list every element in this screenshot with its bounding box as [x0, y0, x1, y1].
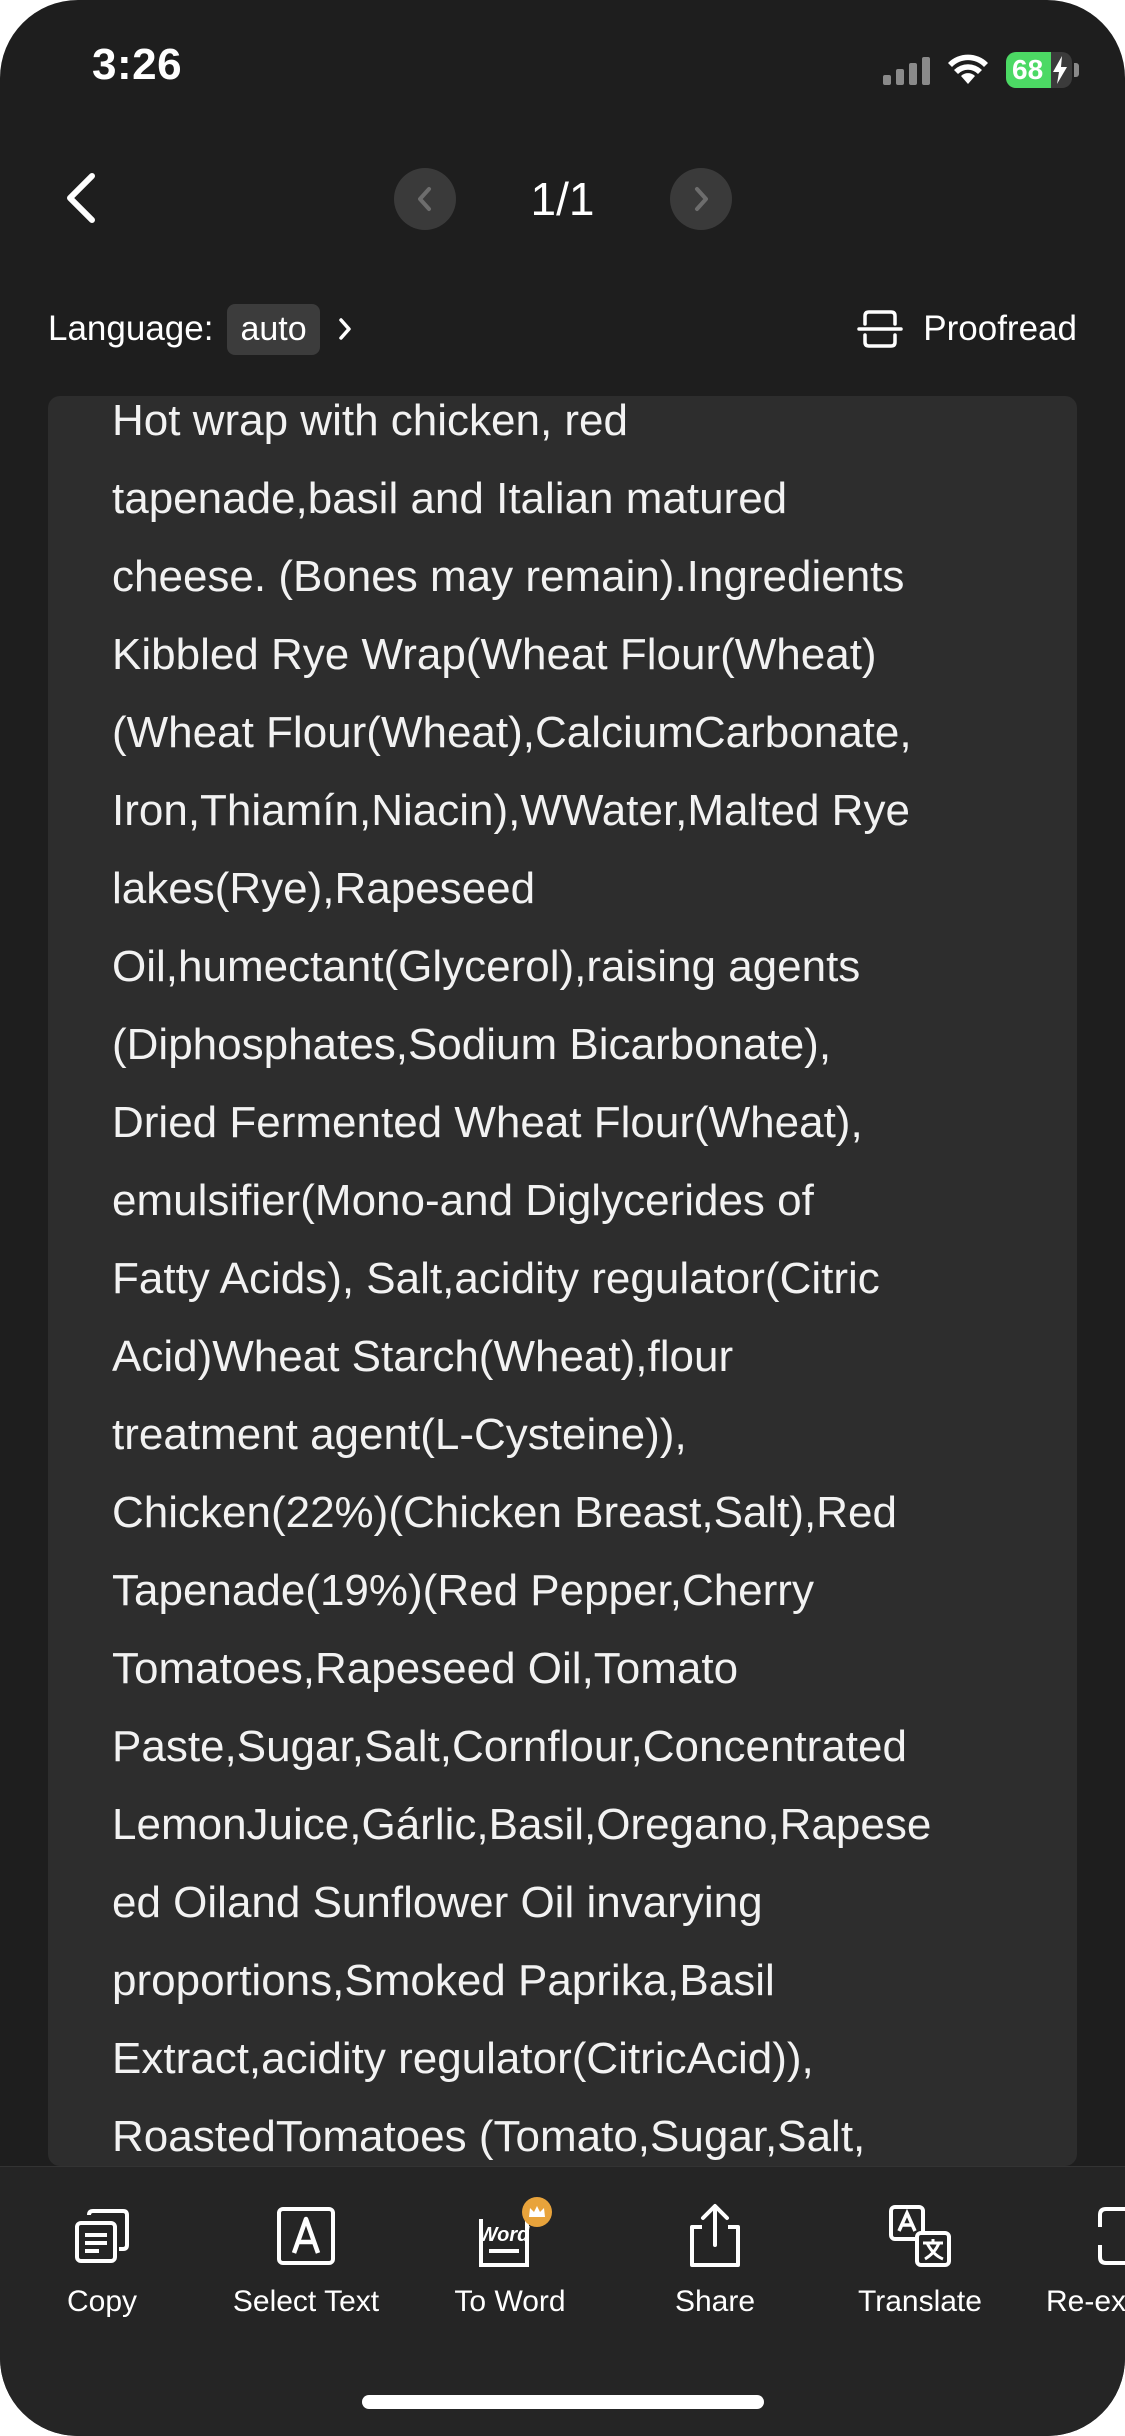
text-line[interactable]: proportions,Smoked Paprika,Basil	[112, 1956, 1037, 2034]
text-line[interactable]: Chicken(22%)(Chicken Breast,Salt),Red	[112, 1488, 1037, 1566]
status-indicators: 68	[883, 50, 1079, 90]
language-label: Language:	[48, 309, 214, 348]
share-label: Share	[674, 2285, 756, 2318]
battery-percent: 68	[1012, 54, 1044, 85]
select-text-button[interactable]: Select Text	[206, 2201, 406, 2319]
phone-screen: 3:26 68 1/1 Language: auto Proofread Hot…	[0, 0, 1125, 2436]
text-line[interactable]: Fatty Acids), Salt,acidity regulator(Cit…	[112, 1254, 1037, 1332]
text-line[interactable]: tapenade,basil and Italian matured	[112, 474, 1037, 552]
to-word-label: To Word	[454, 2285, 566, 2318]
copy-label: Copy	[66, 2285, 138, 2318]
status-time: 3:26	[92, 40, 183, 89]
text-line[interactable]: Dried Fermented Wheat Flour(Wheat),	[112, 1098, 1037, 1176]
copy-button[interactable]: Copy	[2, 2201, 202, 2319]
text-line[interactable]: lakes(Rye),Rapeseed	[112, 864, 1037, 942]
text-line[interactable]: Iron,Thiamín,Niacin),WWater,Malted Rye	[112, 786, 1037, 864]
text-line[interactable]: cheese. (Bones may remain).Ingredients	[112, 552, 1037, 630]
text-line[interactable]: RoastedTomatoes (Tomato,Sugar,Salt,	[112, 2112, 1037, 2166]
share-icon	[615, 2201, 815, 2271]
share-button[interactable]: Share	[615, 2201, 815, 2319]
text-line[interactable]: ed Oiland Sunflower Oil invarying	[112, 1878, 1037, 1956]
word-document-icon: Word	[410, 2197, 610, 2271]
select-text-label: Select Text	[232, 2285, 380, 2318]
re-extract-label: Re-ex	[1046, 2285, 1125, 2318]
translate-button[interactable]: Translate	[820, 2201, 1020, 2319]
text-line[interactable]: Paste,Sugar,Salt,Cornflour,Concentrated	[112, 1722, 1037, 1800]
battery-icon: 68	[1006, 52, 1079, 88]
page-indicator: 1/1	[530, 173, 595, 225]
to-word-button[interactable]: Word To Word	[410, 2197, 610, 2319]
translate-label: Translate	[858, 2285, 982, 2318]
next-page-button[interactable]	[670, 168, 732, 230]
previous-page-button[interactable]	[394, 168, 456, 230]
select-text-icon	[206, 2201, 406, 2271]
language-value[interactable]: auto	[227, 303, 320, 355]
re-extract-button[interactable]: Re-ex	[1024, 2201, 1125, 2319]
text-line[interactable]: emulsifier(Mono-and Diglycerides of	[112, 1176, 1037, 1254]
word-badge-text: Word	[479, 2224, 531, 2246]
re-extract-icon	[1024, 2201, 1125, 2271]
recognized-text-panel[interactable]: Hot wrap with chicken, red tapenade,basil…	[48, 396, 1077, 2166]
text-line[interactable]: Acid)Wheat Starch(Wheat),flour	[112, 1332, 1037, 1410]
copy-icon	[2, 2201, 202, 2271]
text-line[interactable]: (Diphosphates,Sodium Bicarbonate),	[112, 1020, 1037, 1098]
text-line[interactable]: Hot wrap with chicken, red	[112, 396, 1037, 474]
recognized-text[interactable]: Hot wrap with chicken, red tapenade,basil…	[112, 396, 1037, 2166]
text-line[interactable]: Oil,humectant(Glycerol),raising agents	[112, 942, 1037, 1020]
cellular-signal-icon	[883, 55, 930, 85]
chevron-right-icon	[695, 187, 708, 211]
text-line[interactable]: Kibbled Rye Wrap(Wheat Flour(Wheat)	[112, 630, 1037, 708]
translate-icon	[820, 2201, 1020, 2271]
scan-icon	[857, 310, 904, 348]
text-line[interactable]: Tomatoes,Rapeseed Oil,Tomato	[112, 1644, 1037, 1722]
text-line[interactable]: LemonJuice,Gárlic,Basil,Oregano,Rapese	[112, 1800, 1037, 1878]
text-line[interactable]: Tapenade(19%)(Red Pepper,Cherry	[112, 1566, 1037, 1644]
text-line[interactable]: (Wheat Flour(Wheat),CalciumCarbonate,	[112, 708, 1037, 786]
wifi-icon	[948, 54, 988, 86]
charging-bolt-icon	[1053, 56, 1067, 84]
premium-crown-icon	[522, 2197, 552, 2227]
chevron-right-icon	[336, 315, 354, 343]
chevron-left-icon	[418, 187, 431, 211]
text-line[interactable]: treatment agent(L-Cysteine)),	[112, 1410, 1037, 1488]
language-selector[interactable]: Language: auto	[48, 302, 354, 356]
text-line[interactable]: Extract,acidity regulator(CitricAcid)),	[112, 2034, 1037, 2112]
proofread-button[interactable]: Proofread	[857, 302, 1077, 356]
proofread-label: Proofread	[923, 309, 1077, 348]
home-indicator	[362, 2395, 764, 2409]
